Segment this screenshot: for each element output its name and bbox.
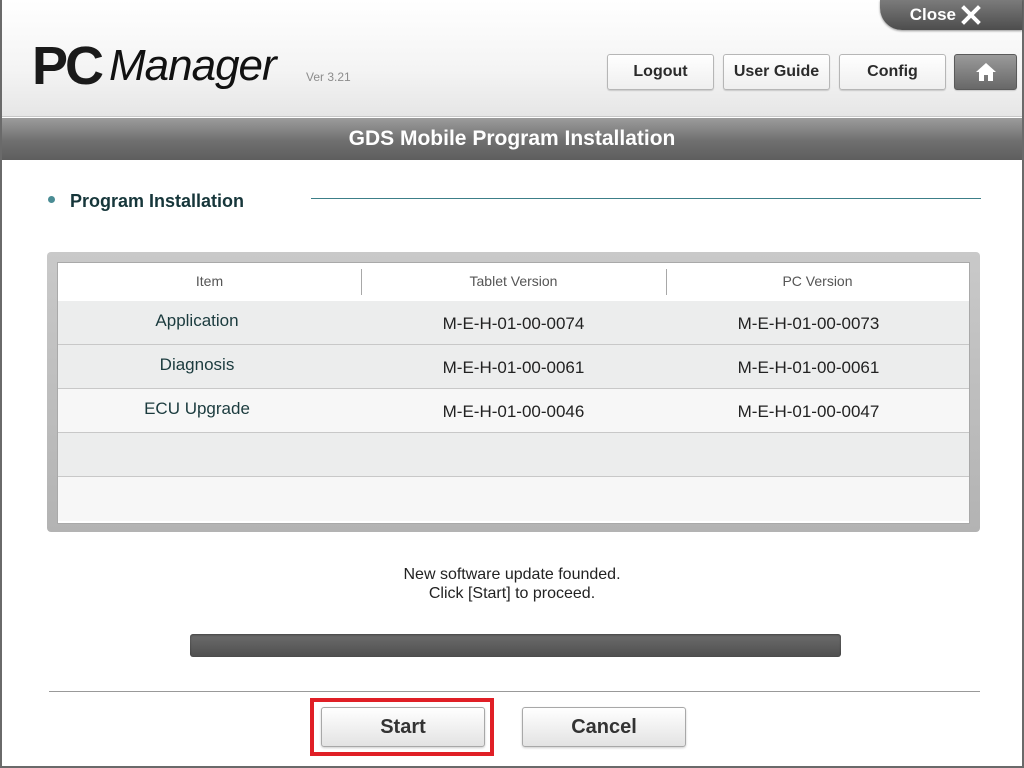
cell-pc-version: M-E-H-01-00-0073	[737, 314, 880, 333]
install-progress-bar	[190, 634, 841, 657]
version-table: Item Tablet Version PC Version Applicati…	[57, 262, 970, 524]
section-bullet	[48, 196, 55, 203]
cell-item: Diagnosis	[159, 355, 235, 374]
table-row	[58, 477, 969, 521]
table-row	[58, 433, 969, 477]
config-button[interactable]: Config	[839, 54, 946, 90]
column-header-pc-version: PC Version	[782, 273, 853, 289]
cell-tablet-version: M-E-H-01-00-0061	[442, 358, 585, 377]
version-label: Ver 3.21	[306, 70, 351, 84]
logout-button[interactable]: Logout	[607, 54, 714, 90]
column-header-item: Item	[195, 273, 224, 289]
status-message-line1: New software update founded.	[403, 566, 621, 583]
section-title: Program Installation	[70, 191, 245, 211]
close-button[interactable]: Close	[880, 0, 1022, 30]
start-button[interactable]: Start	[321, 707, 485, 747]
column-header-tablet-version: Tablet Version	[469, 273, 558, 289]
pc-manager-window: PC Manager Ver 3.21 Logout User Guide Co…	[0, 0, 1024, 768]
table-row: Diagnosis M-E-H-01-00-0061 M-E-H-01-00-0…	[58, 345, 969, 389]
cell-item: Application	[155, 311, 239, 330]
page-title: GDS Mobile Program Installation	[2, 118, 1022, 160]
footer-divider	[49, 691, 980, 692]
table-header: Item Tablet Version PC Version	[58, 263, 969, 302]
user-guide-button[interactable]: User Guide	[723, 54, 830, 90]
logo-manager-text: Manager	[109, 41, 277, 90]
cell-tablet-version: M-E-H-01-00-0074	[442, 314, 585, 333]
version-table-frame: Item Tablet Version PC Version Applicati…	[47, 252, 980, 532]
header: PC Manager Ver 3.21 Logout User Guide Co…	[2, 0, 1022, 117]
section-divider	[311, 198, 981, 199]
close-icon	[961, 5, 981, 25]
home-icon	[975, 63, 996, 81]
cell-pc-version: M-E-H-01-00-0047	[737, 402, 880, 421]
cell-item: ECU Upgrade	[144, 399, 250, 418]
status-message-line2: Click [Start] to proceed.	[428, 585, 596, 602]
home-button[interactable]	[954, 54, 1017, 90]
cell-pc-version: M-E-H-01-00-0061	[737, 358, 880, 377]
pc-manager-logo: PC Manager	[32, 34, 277, 96]
table-row: Application M-E-H-01-00-0074 M-E-H-01-00…	[58, 301, 969, 345]
cancel-button[interactable]: Cancel	[522, 707, 686, 747]
table-row: ECU Upgrade M-E-H-01-00-0046 M-E-H-01-00…	[58, 389, 969, 433]
logo-pc-text: PC	[32, 36, 104, 96]
status-message: New software update founded. Click [Star…	[2, 565, 1022, 603]
close-label: Close	[909, 5, 956, 24]
cell-tablet-version: M-E-H-01-00-0046	[442, 402, 585, 421]
